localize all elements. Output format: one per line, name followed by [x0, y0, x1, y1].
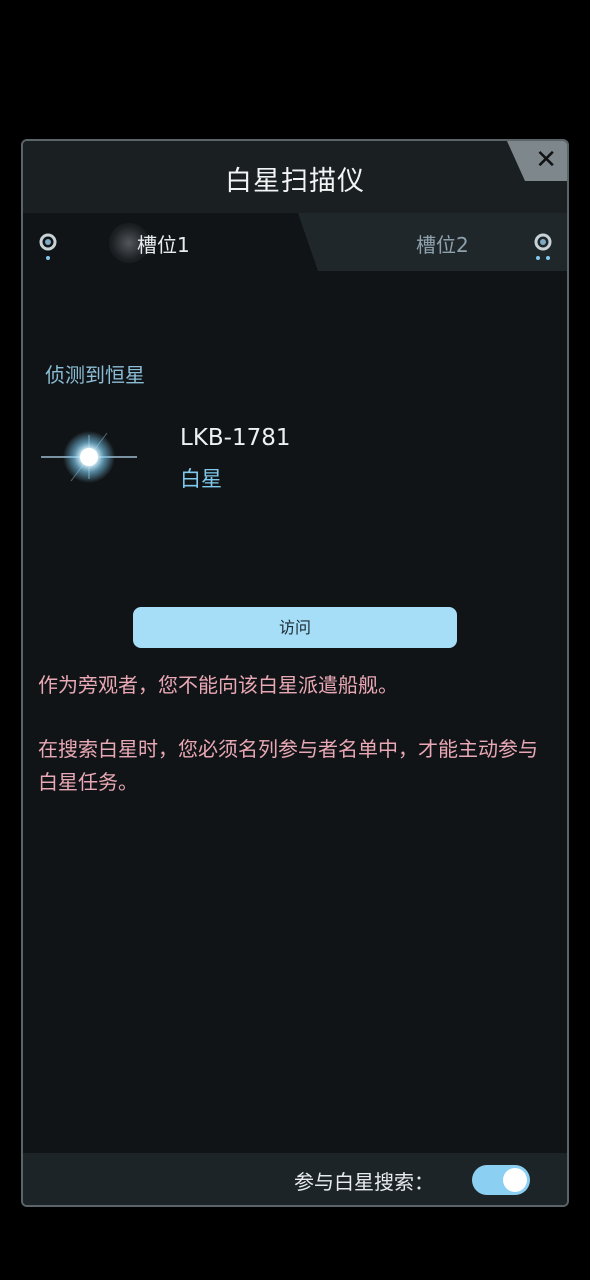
- spectator-warning: 作为旁观者，您不能向该白星派遣船舰。: [38, 673, 398, 697]
- dialog-title: 白星扫描仪: [225, 166, 365, 197]
- star-type: 白星: [180, 467, 222, 491]
- tab-slot-1[interactable]: 槽位1: [137, 229, 190, 258]
- visit-button[interactable]: 访问: [133, 607, 457, 648]
- close-icon[interactable]: ✕: [535, 144, 557, 176]
- slot-pin-icon: [534, 233, 552, 260]
- star-name: LKB-1781: [180, 425, 291, 451]
- toggle-knob: [503, 1168, 527, 1192]
- slot-tabs: 槽位1 槽位2: [23, 213, 567, 271]
- title-bar: 白星扫描仪 ✕: [23, 141, 567, 213]
- participate-search-label: 参与白星搜索：: [294, 1170, 434, 1194]
- footer-bar: 参与白星搜索：: [23, 1153, 567, 1205]
- slot-pin-icon: [39, 233, 57, 260]
- white-star-scanner-dialog: 白星扫描仪 ✕ 槽位1 槽位2 侦测到恒星 LKB-1781 白星 访问 作为旁…: [21, 139, 569, 1207]
- participate-search-toggle[interactable]: [472, 1165, 530, 1195]
- participant-notice: 在搜索白星时，您必须名列参与者名单中，才能主动参与白星任务。: [38, 737, 538, 794]
- detected-star-label: 侦测到恒星: [45, 363, 145, 387]
- tab-slot-2[interactable]: 槽位2: [416, 229, 469, 258]
- white-star-icon: [41, 431, 137, 483]
